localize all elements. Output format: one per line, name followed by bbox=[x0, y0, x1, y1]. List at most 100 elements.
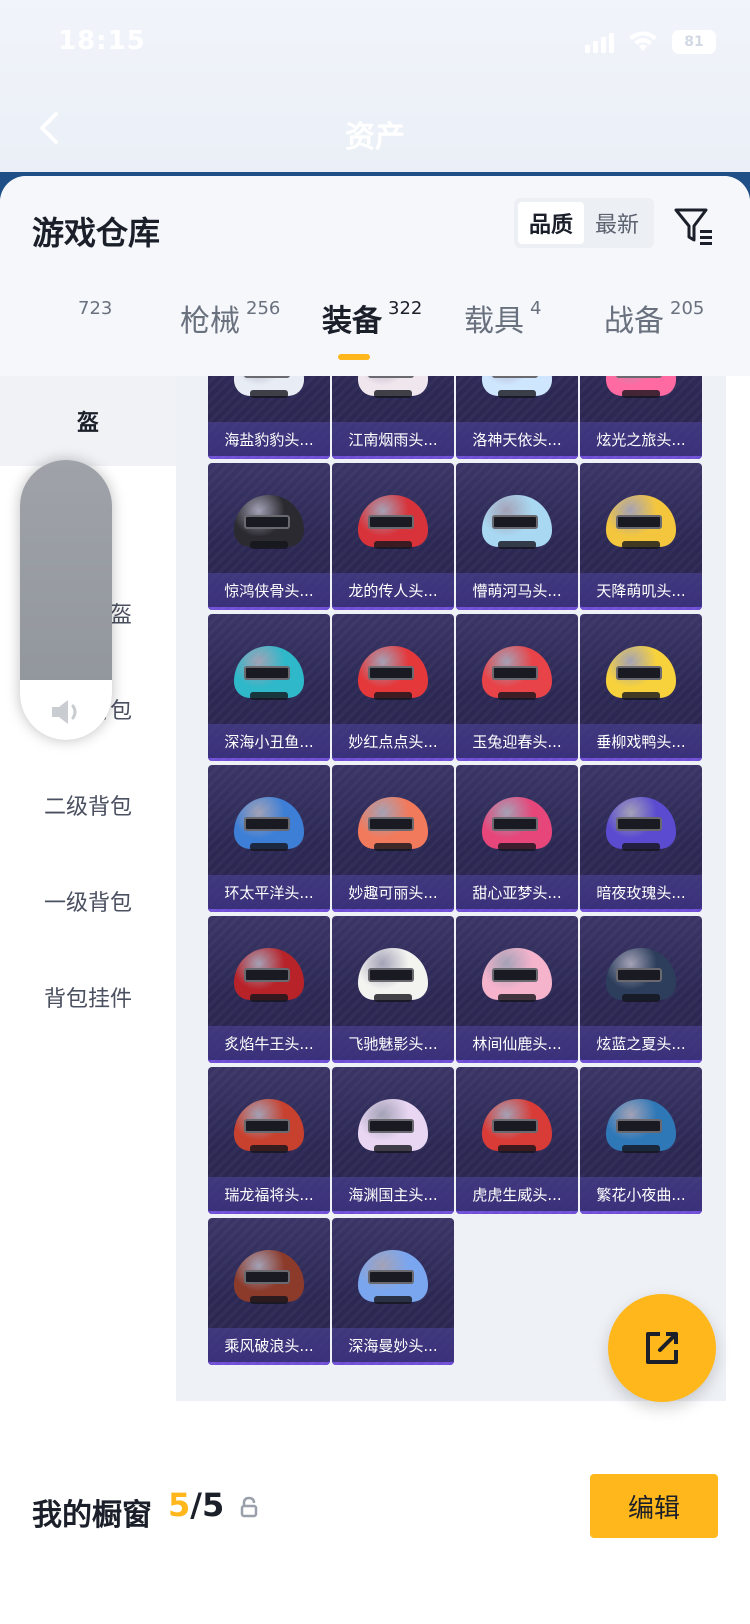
helmet-strap bbox=[622, 994, 660, 1002]
tab-all[interactable]: 723 bbox=[72, 296, 112, 319]
item-card[interactable]: 环太平洋头... bbox=[208, 765, 330, 912]
item-card[interactable]: 龙的传人头... bbox=[332, 463, 454, 610]
sort-quality-button[interactable]: 品质 bbox=[518, 202, 584, 244]
tab-label: 装备 bbox=[322, 304, 382, 339]
item-name-band: 海渊国主头... bbox=[332, 1177, 454, 1211]
helmet-visor bbox=[616, 376, 662, 378]
helmet-strap bbox=[374, 541, 412, 549]
edit-button[interactable]: 编辑 bbox=[590, 1474, 718, 1538]
item-card[interactable]: 洛神天依头... bbox=[456, 376, 578, 459]
helmet-icon bbox=[606, 1093, 676, 1157]
item-card[interactable]: 妙红点点头... bbox=[332, 614, 454, 761]
item-card[interactable]: 飞驰魅影头... bbox=[332, 916, 454, 1063]
item-name-band: 林间仙鹿头... bbox=[456, 1026, 578, 1060]
item-card[interactable]: 甜心亚梦头... bbox=[456, 765, 578, 912]
item-card[interactable]: 深海小丑鱼... bbox=[208, 614, 330, 761]
helmet-icon bbox=[234, 489, 304, 553]
item-card[interactable]: 妙趣可丽头... bbox=[332, 765, 454, 912]
helmet-visor bbox=[368, 376, 414, 378]
helmet-icon bbox=[358, 1244, 428, 1308]
status-bar: 18:15 81 bbox=[0, 0, 750, 90]
tab-equipment[interactable]: 装备 322 bbox=[322, 296, 422, 340]
battery-icon: 81 bbox=[672, 30, 716, 54]
item-name: 洛神天依头... bbox=[472, 430, 562, 449]
helmet-strap bbox=[498, 692, 536, 700]
helmet-icon bbox=[234, 1093, 304, 1157]
sidebar-item-backpack-2[interactable]: 二级背包 bbox=[0, 760, 176, 850]
item-name-band: 虎虎生威头... bbox=[456, 1177, 578, 1211]
item-name: 妙红点点头... bbox=[348, 732, 438, 751]
item-card[interactable]: 江南烟雨头... bbox=[332, 376, 454, 459]
sidebar-item-backpack-1[interactable]: 一级背包 bbox=[0, 856, 176, 946]
helmet-icon bbox=[358, 489, 428, 553]
item-card[interactable]: 天降萌叽头... bbox=[580, 463, 702, 610]
item-card[interactable]: 玉兔迎春头... bbox=[456, 614, 578, 761]
item-card[interactable]: 瑞龙福将头... bbox=[208, 1067, 330, 1214]
item-card[interactable]: 暗夜玫瑰头... bbox=[580, 765, 702, 912]
sidebar-item-helmet-3[interactable]: 盔 bbox=[0, 376, 176, 466]
item-card[interactable]: 林间仙鹿头... bbox=[456, 916, 578, 1063]
item-name-band: 玉兔迎春头... bbox=[456, 724, 578, 758]
helmet-icon bbox=[482, 1093, 552, 1157]
helmet-icon bbox=[358, 376, 428, 402]
item-card[interactable]: 海渊国主头... bbox=[332, 1067, 454, 1214]
helmet-strap bbox=[250, 1145, 288, 1153]
tab-weapons[interactable]: 枪械 256 bbox=[180, 296, 280, 340]
item-card[interactable]: 虎虎生威头... bbox=[456, 1067, 578, 1214]
item-name: 龙的传人头... bbox=[348, 581, 438, 600]
item-card[interactable]: 乘风破浪头... bbox=[208, 1218, 330, 1365]
helmet-icon bbox=[358, 791, 428, 855]
helmet-visor bbox=[368, 1119, 414, 1133]
item-card[interactable]: 垂柳戏鸭头... bbox=[580, 614, 702, 761]
share-button[interactable] bbox=[608, 1294, 716, 1402]
item-name: 炙焰牛王头... bbox=[224, 1034, 314, 1053]
item-card[interactable]: 懵萌河马头... bbox=[456, 463, 578, 610]
helmet-icon bbox=[234, 942, 304, 1006]
tab-vehicles[interactable]: 载具 4 bbox=[464, 296, 541, 340]
item-card[interactable]: 海盐豹豹头... bbox=[208, 376, 330, 459]
item-card[interactable]: 惊鸿侠骨头... bbox=[208, 463, 330, 610]
item-name-band: 甜心亚梦头... bbox=[456, 875, 578, 909]
item-card[interactable]: 炫蓝之夏头... bbox=[580, 916, 702, 1063]
tab-count: 205 bbox=[670, 298, 705, 319]
active-tab-indicator bbox=[338, 354, 370, 360]
item-name: 玉兔迎春头... bbox=[472, 732, 562, 751]
helmet-strap bbox=[250, 1296, 288, 1304]
share-icon bbox=[646, 1332, 678, 1364]
item-name-band: 炙焰牛王头... bbox=[208, 1026, 330, 1060]
filter-icon[interactable] bbox=[672, 204, 716, 248]
helmet-visor bbox=[492, 666, 538, 680]
tab-count: 723 bbox=[78, 298, 113, 319]
showcase-title: 我的橱窗 bbox=[32, 1498, 152, 1533]
item-card[interactable]: 繁花小夜曲... bbox=[580, 1067, 702, 1214]
item-name-band: 炫蓝之夏头... bbox=[580, 1026, 702, 1060]
helmet-visor bbox=[244, 1270, 290, 1284]
helmet-visor bbox=[368, 968, 414, 982]
sort-newest-button[interactable]: 最新 bbox=[584, 202, 650, 244]
item-name: 深海曼妙头... bbox=[348, 1336, 438, 1355]
helmet-visor bbox=[492, 817, 538, 831]
item-name-band: 洛神天依头... bbox=[456, 422, 578, 456]
sidebar-item-backpack-charm[interactable]: 背包挂件 bbox=[0, 952, 176, 1042]
helmet-strap bbox=[498, 541, 536, 549]
helmet-strap bbox=[498, 390, 536, 398]
item-name: 天降萌叽头... bbox=[596, 581, 686, 600]
item-name: 环太平洋头... bbox=[224, 883, 314, 902]
item-card[interactable]: 炫光之旅头... bbox=[580, 376, 702, 459]
item-card[interactable]: 炙焰牛王头... bbox=[208, 916, 330, 1063]
tab-label: 枪械 bbox=[180, 304, 240, 339]
item-name: 甜心亚梦头... bbox=[472, 883, 562, 902]
item-name: 繁花小夜曲... bbox=[596, 1185, 686, 1204]
item-card[interactable]: 深海曼妙头... bbox=[332, 1218, 454, 1365]
helmet-strap bbox=[250, 692, 288, 700]
helmet-strap bbox=[250, 541, 288, 549]
tab-gear[interactable]: 战备 205 bbox=[604, 296, 704, 340]
nav-bar: 资产 bbox=[0, 96, 750, 166]
helmet-strap bbox=[374, 692, 412, 700]
item-name: 海渊国主头... bbox=[348, 1185, 438, 1204]
helmet-visor bbox=[244, 376, 290, 378]
item-name-band: 繁花小夜曲... bbox=[580, 1177, 702, 1211]
signal-icon bbox=[585, 31, 614, 53]
item-name-band: 深海小丑鱼... bbox=[208, 724, 330, 758]
helmet-icon bbox=[606, 489, 676, 553]
